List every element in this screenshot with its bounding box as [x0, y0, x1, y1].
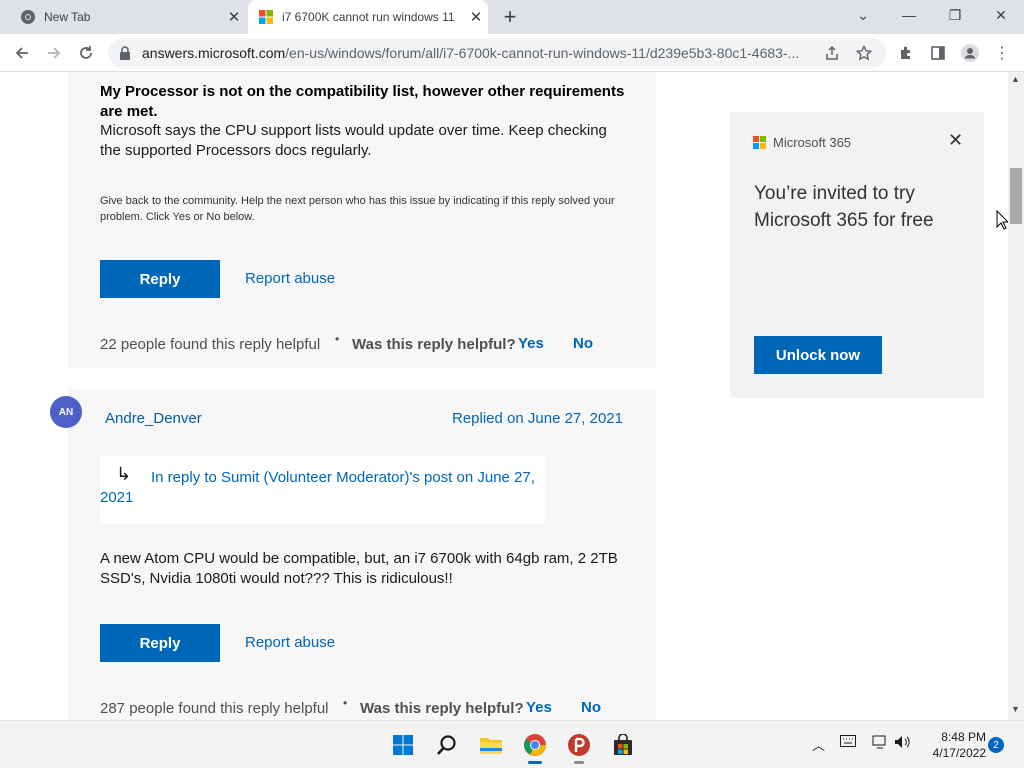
author-name-link[interactable]: Andre_Denver — [105, 410, 202, 427]
address-bar[interactable]: answers.microsoft.com/en-us/windows/foru… — [108, 38, 886, 68]
close-tab-icon[interactable]: ✕ — [464, 8, 488, 26]
side-panel-icon[interactable] — [926, 41, 950, 65]
restore-icon[interactable]: ❐ — [932, 0, 978, 30]
helpful-question: Was this reply helpful? — [360, 700, 524, 717]
page-scrollbar[interactable]: ▲ ▼ — [1008, 72, 1024, 720]
microsoft-logo-icon — [753, 136, 767, 150]
reload-icon[interactable] — [74, 41, 98, 65]
close-tab-icon[interactable]: ✕ — [222, 8, 246, 26]
separator-dot: • — [343, 696, 348, 710]
scrollbar-thumb[interactable] — [1010, 168, 1022, 224]
helpful-count: 22 people found this reply helpful — [100, 336, 321, 353]
ad-headline: You’re invited to try Microsoft 365 for … — [754, 183, 934, 231]
running-indicator — [574, 761, 584, 764]
reply-button[interactable]: Reply — [100, 624, 220, 662]
microsoft-365-ad: Microsoft 365 ✕ You’re invited to try Mi… — [730, 112, 984, 398]
back-icon[interactable] — [10, 41, 34, 65]
tab-title: i7 6700K cannot run windows 11 — [282, 10, 455, 24]
start-windows-icon[interactable] — [389, 731, 417, 759]
report-abuse-link[interactable]: Report abuse — [245, 270, 335, 287]
helpful-count: 287 people found this reply helpful — [100, 700, 329, 717]
tab-title: New Tab — [44, 10, 91, 24]
helpful-no-button[interactable]: No — [573, 335, 593, 352]
url-path: /en-us/windows/forum/all/i7-6700k-cannot… — [285, 45, 800, 61]
community-note: Give back to the community. Help the nex… — [100, 195, 615, 223]
close-window-icon[interactable]: ✕ — [978, 0, 1024, 30]
chrome-icon — [21, 10, 35, 24]
tab-strip: New Tab ✕ i7 6700K cannot run windows 11… — [0, 0, 1024, 34]
minimize-icon[interactable]: — — [886, 0, 932, 30]
clock-time: 8:48 PM — [941, 730, 986, 744]
clock-date: 4/17/2022 — [932, 746, 986, 760]
ad-brand: Microsoft 365 — [773, 135, 852, 150]
show-hidden-icons-chevron-icon[interactable]: ︿ — [812, 735, 825, 754]
helpful-question: Was this reply helpful? — [352, 336, 516, 353]
close-ad-icon[interactable]: ✕ — [948, 130, 963, 151]
url-text: answers.microsoft.com/en-us/windows/foru… — [142, 45, 822, 61]
scroll-up-icon[interactable]: ▲ — [1011, 74, 1020, 84]
reply-button[interactable]: Reply — [100, 260, 220, 298]
new-tab-icon[interactable]: + — [498, 4, 522, 30]
volume-icon[interactable] — [894, 735, 912, 752]
report-abuse-link[interactable]: Report abuse — [245, 634, 335, 651]
reply-body: A new Atom CPU would be compatible, but,… — [100, 550, 618, 587]
running-indicator — [528, 761, 542, 764]
in-reply-to-link[interactable]: In reply to Sumit (Volunteer Moderator)'… — [100, 468, 540, 508]
file-explorer-icon[interactable] — [477, 731, 505, 759]
profile-avatar-icon[interactable] — [958, 41, 982, 65]
microsoft-logo-icon — [259, 10, 273, 24]
scroll-down-icon[interactable]: ▼ — [1011, 704, 1020, 714]
menu-kebab-icon[interactable]: ⋮ — [990, 41, 1014, 65]
psiphon-icon[interactable] — [565, 731, 593, 764]
reply-heading: My Processor is not on the compatibility… — [100, 83, 625, 120]
in-reply-to-box: ↳ In reply to Sumit (Volunteer Moderator… — [100, 456, 545, 524]
page-content: My Processor is not on the compatibility… — [0, 72, 1008, 720]
forward-icon[interactable] — [42, 41, 66, 65]
share-icon[interactable] — [820, 41, 844, 65]
lock-icon[interactable] — [118, 45, 132, 61]
network-icon[interactable] — [872, 735, 888, 752]
helpful-yes-button[interactable]: Yes — [526, 699, 552, 716]
bookmark-star-icon[interactable] — [852, 41, 876, 65]
reply-body: Microsoft says the CPU support lists wou… — [100, 122, 607, 159]
tab-search-chevron-icon[interactable]: ⌄ — [840, 0, 886, 30]
avatar[interactable]: AN — [50, 396, 82, 428]
microsoft-store-icon[interactable] — [609, 731, 637, 759]
notification-badge[interactable]: 2 — [988, 737, 1004, 753]
extensions-icon[interactable] — [894, 41, 918, 65]
mouse-cursor-icon — [996, 210, 1008, 230]
replied-date-link[interactable]: Replied on June 27, 2021 — [452, 410, 623, 427]
keyboard-icon[interactable] — [840, 735, 856, 750]
helpful-no-button[interactable]: No — [581, 699, 601, 716]
url-host: answers.microsoft.com — [142, 45, 286, 61]
tab-forum-thread[interactable]: i7 6700K cannot run windows 11 ✕ — [248, 0, 488, 34]
chrome-taskbar-icon[interactable] — [521, 731, 549, 764]
windows-taskbar: ︿ 8:48 PM 4/17/2022 2 — [0, 720, 1024, 768]
separator-dot: • — [335, 332, 340, 346]
system-clock[interactable]: 8:48 PM 4/17/2022 — [920, 729, 986, 761]
tab-new-tab[interactable]: New Tab ✕ — [8, 0, 246, 34]
unlock-now-button[interactable]: Unlock now — [754, 336, 882, 374]
helpful-yes-button[interactable]: Yes — [518, 335, 544, 352]
browser-toolbar: answers.microsoft.com/en-us/windows/foru… — [0, 34, 1024, 72]
search-icon[interactable] — [433, 731, 461, 759]
